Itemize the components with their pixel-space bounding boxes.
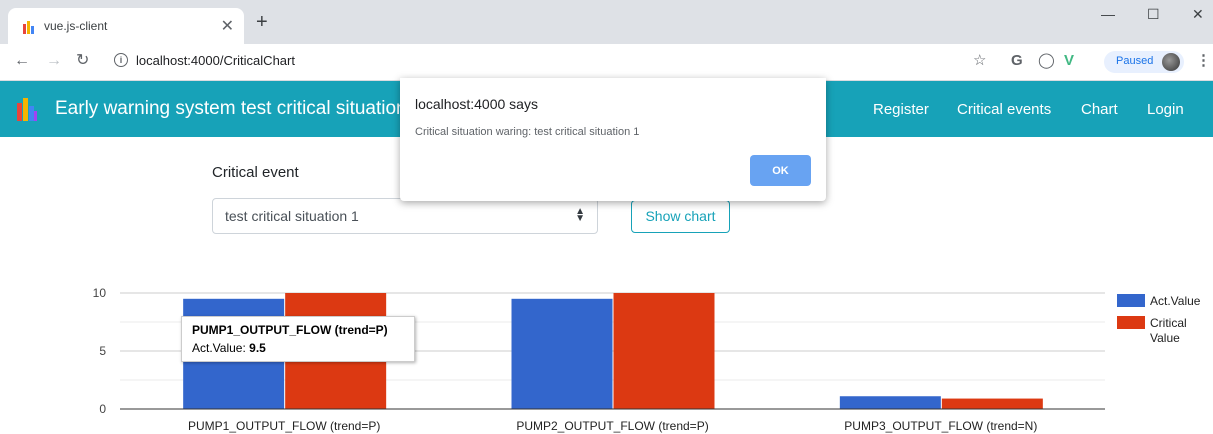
legend-swatch (1117, 316, 1145, 329)
brand-logo-icon (17, 98, 37, 121)
dialog-ok-button[interactable]: OK (750, 155, 811, 186)
legend-swatch (1117, 294, 1145, 307)
critical-event-select[interactable]: test critical situation 1 ▲ ▼ (212, 198, 598, 234)
x-tick-label: PUMP3_OUTPUT_FLOW (trend=N) (844, 419, 1037, 433)
alert-dialog: localhost:4000 says Critical situation w… (400, 78, 826, 201)
vue-devtools-icon[interactable]: V (1064, 53, 1074, 69)
close-window-icon[interactable]: ✕ (1192, 6, 1204, 23)
nav-link-login[interactable]: Login (1147, 101, 1184, 118)
bar-critical-value (613, 293, 715, 409)
select-value: test critical situation 1 (225, 208, 359, 224)
new-tab-icon[interactable]: + (256, 12, 268, 32)
brand-title[interactable]: Early warning system test critical situa… (55, 98, 407, 120)
select-arrows-icon: ▲ ▼ (575, 206, 585, 224)
chart-tooltip: PUMP1_OUTPUT_FLOW (trend=P) Act.Value: 9… (181, 316, 415, 362)
app-favicon-icon (23, 21, 34, 34)
reload-icon[interactable]: ↻ (76, 52, 89, 70)
url-text: localhost:4000/CriticalChart (136, 53, 295, 68)
menu-kebab-icon[interactable]: ⋮ (1196, 53, 1211, 69)
profile-button[interactable]: Paused (1104, 51, 1184, 73)
site-info-icon[interactable]: i (114, 53, 128, 67)
tab-close-icon[interactable]: ✕ (221, 16, 234, 36)
bar-critical-value (941, 398, 1043, 409)
back-icon[interactable]: ← (14, 52, 30, 70)
x-tick-label: PUMP2_OUTPUT_FLOW (trend=P) (516, 419, 708, 433)
dialog-title: localhost:4000 says (415, 96, 538, 112)
browser-tabstrip: vue.js-client ✕ + — ☐ ✕ (0, 0, 1213, 44)
tooltip-value: 9.5 (249, 341, 266, 355)
y-tick-label: 0 (99, 402, 106, 416)
browser-toolbar: ← → ↻ i localhost:4000/CriticalChart ☆ G… (0, 44, 1213, 81)
dialog-message: Critical situation waring: test critical… (415, 126, 640, 138)
minimize-icon[interactable]: — (1101, 6, 1115, 22)
maximize-icon[interactable]: ☐ (1147, 6, 1160, 23)
avatar (1162, 53, 1180, 71)
show-chart-button[interactable]: Show chart (631, 200, 730, 233)
bookmark-star-icon[interactable]: ☆ (973, 53, 986, 69)
tooltip-line: Act.Value: 9.5 (192, 341, 266, 355)
bar-act-value (511, 298, 613, 409)
extension-circle-icon[interactable]: ◯ (1038, 53, 1055, 69)
nav-link-chart[interactable]: Chart (1081, 101, 1118, 118)
forward-icon[interactable]: → (46, 52, 62, 70)
nav-link-critical-events[interactable]: Critical events (957, 101, 1051, 118)
tab-title: vue.js-client (44, 19, 108, 33)
legend-label: Act.Value (1150, 294, 1201, 308)
extension-g-icon[interactable]: G (1011, 53, 1023, 69)
profile-status: Paused (1116, 55, 1154, 67)
tooltip-title: PUMP1_OUTPUT_FLOW (trend=P) (192, 323, 388, 337)
y-tick-label: 5 (99, 344, 106, 358)
legend-label: Critical Value (1150, 316, 1187, 345)
browser-tab[interactable]: vue.js-client ✕ (8, 8, 244, 44)
bar-act-value (839, 396, 941, 409)
address-bar[interactable]: i localhost:4000/CriticalChart (104, 48, 960, 74)
x-tick-label: PUMP1_OUTPUT_FLOW (trend=P) (188, 419, 380, 433)
critical-event-label: Critical event (212, 164, 299, 181)
y-tick-label: 10 (93, 286, 107, 300)
tooltip-label: Act.Value: (192, 341, 246, 355)
nav-link-register[interactable]: Register (873, 101, 929, 118)
